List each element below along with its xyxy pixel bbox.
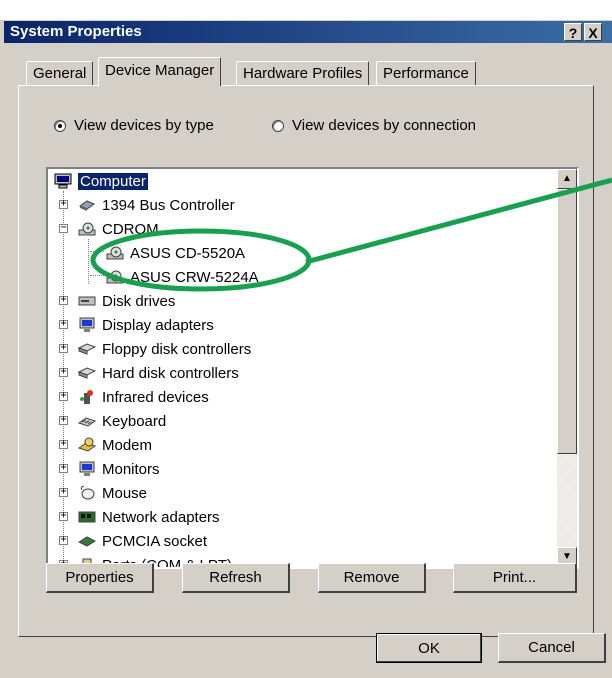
expand-toggle[interactable]: +	[59, 439, 68, 449]
radio-unselected-indicator	[272, 119, 284, 132]
expand-toggle[interactable]: +	[59, 199, 68, 209]
refresh-button[interactable]: Refresh	[182, 563, 290, 593]
scroll-thumb[interactable]	[557, 189, 577, 454]
tree-item-label: ASUS CD-5520A	[130, 244, 246, 262]
tree-item-label: Display adapters	[102, 316, 214, 334]
bus-controller-icon	[78, 200, 96, 211]
tree-item-label: Floppy disk controllers	[102, 340, 252, 358]
tree-item-label: Disk drives	[102, 292, 176, 310]
infrared-icon	[80, 390, 93, 404]
modem-icon	[78, 437, 96, 452]
monitor-icon	[79, 461, 95, 476]
properties-button[interactable]: Properties	[46, 563, 154, 593]
scroll-up-button[interactable]: ▲	[557, 169, 577, 189]
title-bar[interactable]: System Properties ? X	[4, 21, 612, 43]
view-by-connection-radio[interactable]: View devices by connection	[272, 117, 476, 134]
radio-selected-indicator	[54, 119, 66, 132]
tree-item-asus-crw-5224a[interactable]: ASUS CRW-5224A	[106, 265, 259, 289]
help-button[interactable]: ?	[564, 23, 582, 41]
close-button[interactable]: X	[584, 23, 602, 41]
tree-item-label: Keyboard	[102, 412, 167, 430]
tree-item-cdrom[interactable]: CDROM	[78, 217, 159, 241]
tab-general[interactable]: General	[26, 61, 94, 85]
view-by-connection-label: View devices by connection	[292, 117, 476, 134]
tree-item-floppy-disk-controllers[interactable]: Floppy disk controllers	[78, 337, 251, 361]
tree-item-label: Mouse	[102, 484, 148, 502]
network-adapter-icon	[78, 511, 96, 523]
tree-vertical-scrollbar[interactable]: ▲ ▼	[557, 169, 577, 567]
tree-item-modem[interactable]: Modem	[78, 433, 152, 457]
tree-item-hard-disk-controllers[interactable]: Hard disk controllers	[78, 361, 239, 385]
expand-toggle[interactable]: +	[59, 343, 68, 353]
tab-hardware-profiles[interactable]: Hardware Profiles	[236, 61, 370, 85]
view-by-type-label: View devices by type	[74, 117, 214, 134]
view-by-type-radio[interactable]: View devices by type	[54, 117, 214, 134]
tree-item-disk-drives[interactable]: Disk drives	[78, 289, 175, 313]
cancel-button[interactable]: Cancel	[498, 633, 606, 663]
disk-drive-icon	[78, 296, 96, 306]
tree-item-computer[interactable]: Computer	[54, 169, 148, 193]
pcmcia-icon	[78, 536, 96, 547]
tree-item-label: Infrared devices	[102, 388, 209, 406]
tree-item-network-adapters[interactable]: Network adapters	[78, 505, 220, 529]
tree-item-infrared-devices[interactable]: Infrared devices	[78, 385, 209, 409]
monitor-icon	[79, 317, 95, 332]
cdrom-drive-icon	[106, 246, 124, 260]
expand-toggle[interactable]: +	[59, 487, 68, 497]
tree-item-monitors[interactable]: Monitors	[78, 457, 160, 481]
tab-performance[interactable]: Performance	[376, 61, 476, 85]
tree-item-1394-bus-controller[interactable]: 1394 Bus Controller	[78, 193, 235, 217]
expand-toggle[interactable]: +	[59, 511, 68, 521]
tree-item-label: 1394 Bus Controller	[102, 196, 235, 214]
expand-toggle[interactable]: +	[59, 415, 68, 425]
collapse-toggle[interactable]: −	[59, 223, 68, 233]
tree-item-pcmcia-socket[interactable]: PCMCIA socket	[78, 529, 207, 553]
cdrom-icon	[78, 222, 96, 236]
expand-toggle[interactable]: +	[59, 367, 68, 377]
remove-button[interactable]: Remove	[318, 563, 426, 593]
mouse-icon	[80, 485, 95, 500]
expand-toggle[interactable]: +	[59, 295, 68, 305]
tree-item-label: ASUS CRW-5224A	[130, 268, 259, 286]
tree-item-display-adapters[interactable]: Display adapters	[78, 313, 214, 337]
tree-item-mouse[interactable]: Mouse	[78, 481, 147, 505]
cdrom-drive-icon	[106, 270, 124, 284]
system-properties-window: System Properties ? X General Device Man…	[0, 20, 612, 678]
tree-item-label: Network adapters	[102, 508, 220, 526]
tree-item-label: PCMCIA socket	[102, 532, 208, 550]
window-title: System Properties	[10, 23, 142, 40]
tab-device-manager[interactable]: Device Manager	[98, 57, 222, 86]
keyboard-icon	[78, 417, 96, 427]
tree-item-keyboard[interactable]: Keyboard	[78, 409, 166, 433]
tree-item-label: Modem	[102, 436, 153, 454]
tree-item-asus-cd-5520a[interactable]: ASUS CD-5520A	[106, 241, 245, 265]
floppy-controller-icon	[78, 343, 96, 355]
expand-toggle[interactable]: +	[59, 463, 68, 473]
computer-icon	[54, 173, 72, 189]
tree-item-label: Monitors	[102, 460, 160, 478]
tree-item-label: Computer	[78, 172, 148, 190]
tree-item-label: CDROM	[102, 220, 159, 238]
expand-toggle[interactable]: +	[59, 319, 68, 329]
ok-button[interactable]: OK	[376, 633, 482, 663]
hard-disk-controller-icon	[78, 367, 96, 379]
device-tree[interactable]: Computer + 1394 Bus Controller − CDROM A…	[46, 167, 579, 569]
print-button[interactable]: Print...	[453, 563, 577, 593]
tree-item-label: Hard disk controllers	[102, 364, 239, 382]
expand-toggle[interactable]: +	[59, 535, 68, 545]
expand-toggle[interactable]: +	[59, 391, 68, 401]
